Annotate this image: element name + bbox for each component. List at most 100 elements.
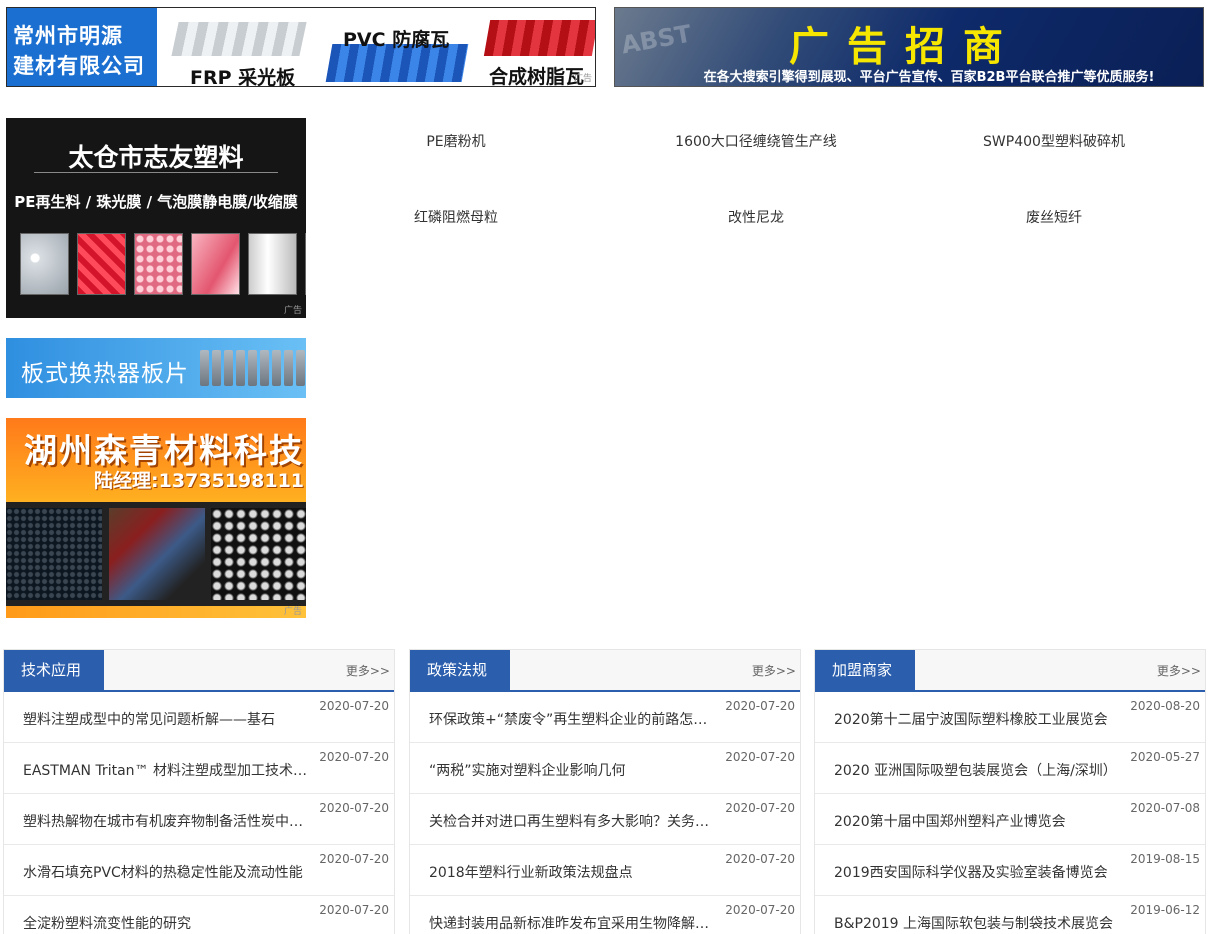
news-date: 2020-07-08 xyxy=(1130,801,1200,815)
banner-ad-recruit[interactable]: ABST 广告招商 在各大搜索引擎得到展现、平台广告宣传、百家B2B平台联合推广… xyxy=(614,7,1204,87)
news-title[interactable]: 全淀粉塑料流变性能的研究 xyxy=(23,913,307,933)
company-name-line-2: 建材有限公司 xyxy=(13,54,145,78)
photo-scrap-plastic xyxy=(109,508,205,600)
list-item[interactable]: EASTMAN Tritan™ 材料注塑成型加工技术指南 2020-07-20 xyxy=(4,743,394,794)
panel-tab[interactable]: 技术应用 xyxy=(4,650,104,690)
list-item[interactable]: 全淀粉塑料流变性能的研究 2020-07-20 xyxy=(4,896,394,934)
list-item[interactable]: 快递封装用品新标准昨发布宜采用生物降解塑料 2020-07-20 xyxy=(410,896,800,934)
list-item[interactable]: B&P2019 上海国际软包装与制袋技术展览会 2019-06-12 xyxy=(815,896,1205,934)
news-title[interactable]: 2019西安国际科学仪器及实验室装备博览会 xyxy=(834,862,1118,882)
side-ad-title: 湖州森青材料科技 xyxy=(24,431,304,470)
news-title[interactable]: 环保政策+“禁废令”再生塑料企业的前路怎么走 xyxy=(429,709,713,729)
panel-header: 技术应用 更多>> xyxy=(4,650,394,692)
side-ad-senqing[interactable]: 湖州森青材料科技 陆经理:13735198111 广告 xyxy=(6,418,306,618)
company-name-block: 常州市明源 建材有限公司 xyxy=(7,8,157,86)
keyword-link[interactable]: 红磷阻燃母粒 xyxy=(306,207,606,227)
keyword-link[interactable]: SWP400型塑料破碎机 xyxy=(904,131,1204,151)
news-date: 2019-06-12 xyxy=(1130,903,1200,917)
news-title[interactable]: 关检合并对进口再生塑料有多大影响？关务人员解读 xyxy=(429,811,713,831)
side-ad-heat-exchanger[interactable]: 板式换热器板片 xyxy=(6,338,306,398)
news-date: 2020-07-20 xyxy=(319,801,389,815)
heat-exchanger-plates-image xyxy=(200,350,305,386)
company-name-line-1: 常州市明源 xyxy=(13,24,123,48)
thumb-bubble-film xyxy=(134,233,183,295)
list-item[interactable]: 2018年塑料行业新政策法规盘点 2020-07-20 xyxy=(410,845,800,896)
more-link[interactable]: 更多>> xyxy=(752,662,796,679)
news-date: 2020-07-20 xyxy=(725,699,795,713)
panel-tab[interactable]: 加盟商家 xyxy=(815,650,915,690)
news-title[interactable]: “两税”实施对塑料企业影响几何 xyxy=(429,760,713,780)
frp-sheet-image xyxy=(171,22,307,56)
news-title[interactable]: 水滑石填充PVC材料的热稳定性能及流动性能 xyxy=(23,862,307,882)
panel-tech-application: 技术应用 更多>> 塑料注塑成型中的常见问题析解——基石 2020-07-20 E… xyxy=(3,649,395,934)
banner-subtitle: 在各大搜索引擎得到展现、平台广告宣传、百家B2B平台联合推广等优质服务! xyxy=(703,70,1155,85)
photo-black-pellets xyxy=(211,508,306,600)
news-date: 2020-07-20 xyxy=(319,699,389,713)
side-ad-title: 太仓市志友塑料 xyxy=(68,143,244,172)
ad-tag: 广告 xyxy=(283,607,302,617)
more-link[interactable]: 更多>> xyxy=(1157,662,1201,679)
product-label-frp: FRP 采光板 xyxy=(190,67,296,87)
panel-policy-regulations: 政策法规 更多>> 环保政策+“禁废令”再生塑料企业的前路怎么走 2020-07-… xyxy=(409,649,801,934)
side-ad-zhiyou[interactable]: 太仓市志友塑料 PE再生料 / 珠光膜 / 气泡膜静电膜/收缩膜 广告 xyxy=(6,118,306,318)
news-title[interactable]: 2020 亚洲国际吸塑包装展览会（上海/深圳） xyxy=(834,760,1118,780)
news-date: 2020-07-20 xyxy=(725,852,795,866)
news-title[interactable]: 2018年塑料行业新政策法规盘点 xyxy=(429,862,713,882)
keyword-link[interactable]: PE磨粉机 xyxy=(306,131,606,151)
thumb-pink-film xyxy=(191,233,240,295)
news-date: 2020-08-20 xyxy=(1130,699,1200,713)
news-date: 2019-08-15 xyxy=(1130,852,1200,866)
ad-tag: 广告 xyxy=(573,74,592,84)
thumb-red-film xyxy=(77,233,126,295)
more-link[interactable]: 更多>> xyxy=(346,662,390,679)
panel-header: 加盟商家 更多>> xyxy=(815,650,1205,692)
panel-header: 政策法规 更多>> xyxy=(410,650,800,692)
panel-tab[interactable]: 政策法规 xyxy=(410,650,510,690)
product-thumbnails xyxy=(20,233,306,295)
side-ad-header: 湖州森青材料科技 陆经理:13735198111 xyxy=(6,418,306,502)
news-title[interactable]: 2020第十二届宁波国际塑料橡胶工业展览会 xyxy=(834,709,1118,729)
news-title[interactable]: 塑料热解物在城市有机废弃物制备活性炭中的应用 xyxy=(23,811,307,831)
news-title[interactable]: EASTMAN Tritan™ 材料注塑成型加工技术指南 xyxy=(23,760,307,780)
thumb-pellets xyxy=(20,233,69,295)
divider xyxy=(34,172,278,173)
side-ad-subtitle: PE再生料 / 珠光膜 / 气泡膜静电膜/收缩膜 xyxy=(14,193,298,211)
news-date: 2020-07-20 xyxy=(319,852,389,866)
resin-tile-image xyxy=(483,20,595,56)
product-label-pvc: PVC 防腐瓦 xyxy=(343,29,450,51)
list-item[interactable]: 2020第十二届宁波国际塑料橡胶工业展览会 2020-08-20 xyxy=(815,692,1205,743)
news-title[interactable]: 快递封装用品新标准昨发布宜采用生物降解塑料 xyxy=(429,913,713,933)
side-ad-footer-bar xyxy=(6,606,306,618)
news-date: 2020-07-20 xyxy=(319,903,389,917)
news-date: 2020-07-20 xyxy=(725,801,795,815)
ad-tag: 广告 xyxy=(283,306,302,316)
list-item[interactable]: “两税”实施对塑料企业影响几何 2020-07-20 xyxy=(410,743,800,794)
news-date: 2020-07-20 xyxy=(725,903,795,917)
keyword-link[interactable]: 废丝短纤 xyxy=(904,207,1204,227)
photo-dark-pellets xyxy=(6,508,102,600)
news-date: 2020-07-20 xyxy=(319,750,389,764)
news-title[interactable]: B&P2019 上海国际软包装与制袋技术展览会 xyxy=(834,913,1118,933)
list-item[interactable]: 水滑石填充PVC材料的热稳定性能及流动性能 2020-07-20 xyxy=(4,845,394,896)
product-label-resin: 合成树脂瓦 xyxy=(489,66,585,87)
list-item[interactable]: 塑料注塑成型中的常见问题析解——基石 2020-07-20 xyxy=(4,692,394,743)
list-item[interactable]: 2020 亚洲国际吸塑包装展览会（上海/深圳） 2020-05-27 xyxy=(815,743,1205,794)
news-title[interactable]: 2020第十届中国郑州塑料产业博览会 xyxy=(834,811,1118,831)
list-item[interactable]: 关检合并对进口再生塑料有多大影响？关务人员解读 2020-07-20 xyxy=(410,794,800,845)
side-ad-title: 板式换热器板片 xyxy=(21,361,189,387)
list-item[interactable]: 环保政策+“禁废令”再生塑料企业的前路怎么走 2020-07-20 xyxy=(410,692,800,743)
banner-ad-mingyuan[interactable]: 常州市明源 建材有限公司 FRP 采光板 PVC 防腐瓦 合成树脂瓦 广告 xyxy=(6,7,596,87)
banner-headline: 广告招商 xyxy=(789,24,1021,70)
keyword-link[interactable]: 1600大口径缠绕管生产线 xyxy=(606,131,906,151)
news-date: 2020-07-20 xyxy=(725,750,795,764)
keyword-link[interactable]: 改性尼龙 xyxy=(606,207,906,227)
news-title[interactable]: 塑料注塑成型中的常见问题析解——基石 xyxy=(23,709,307,729)
thumb-wrap-roll xyxy=(305,233,306,295)
side-ad-phone: 陆经理:13735198111 xyxy=(94,470,305,492)
list-item[interactable]: 2019西安国际科学仪器及实验室装备博览会 2019-08-15 xyxy=(815,845,1205,896)
thumb-rolls xyxy=(248,233,297,295)
list-item[interactable]: 塑料热解物在城市有机废弃物制备活性炭中的应用 2020-07-20 xyxy=(4,794,394,845)
panel-franchise-merchants: 加盟商家 更多>> 2020第十二届宁波国际塑料橡胶工业展览会 2020-08-2… xyxy=(814,649,1206,934)
list-item[interactable]: 2020第十届中国郑州塑料产业博览会 2020-07-08 xyxy=(815,794,1205,845)
news-date: 2020-05-27 xyxy=(1130,750,1200,764)
